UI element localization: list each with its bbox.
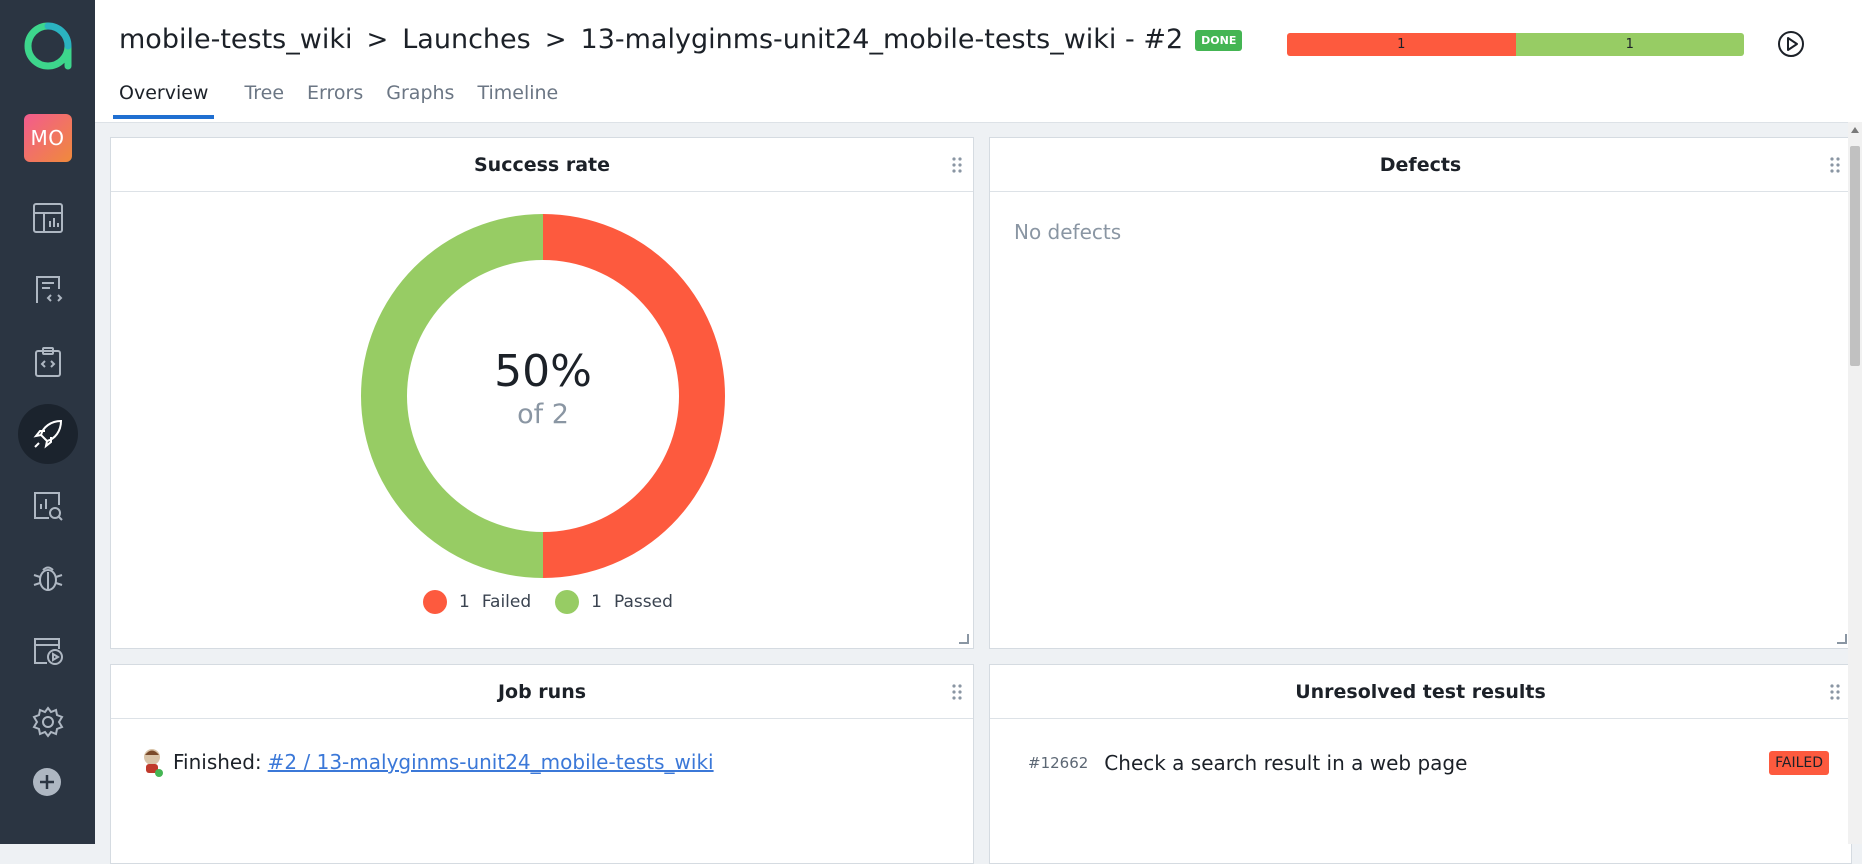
drag-handle-icon[interactable] bbox=[951, 683, 963, 701]
widget-header: Unresolved test results bbox=[990, 665, 1851, 719]
run-launch-button[interactable] bbox=[1775, 28, 1807, 60]
settings-icon[interactable] bbox=[18, 692, 78, 752]
job-status-text: Finished: bbox=[173, 750, 262, 774]
success-percent: 50% bbox=[494, 346, 592, 397]
breadcrumb-project[interactable]: mobile-tests_wiki bbox=[119, 24, 352, 55]
resize-handle-icon[interactable] bbox=[1837, 634, 1847, 644]
play-icon bbox=[1778, 31, 1804, 57]
unresolved-results-widget: Unresolved test results #12662 Check a s… bbox=[989, 664, 1852, 864]
page-scrollbar[interactable] bbox=[1848, 122, 1862, 844]
legend-item-failed[interactable]: 1 Failed bbox=[423, 590, 531, 614]
job-run-link[interactable]: #2 / 13-malyginms-unit24_mobile-tests_wi… bbox=[268, 750, 714, 774]
legend-dot-failed bbox=[423, 590, 447, 614]
progress-passed-segment[interactable]: 1 bbox=[1515, 33, 1744, 56]
project-avatar[interactable]: MO bbox=[23, 114, 72, 162]
analytics-icon[interactable] bbox=[18, 476, 78, 536]
legend-dot-passed bbox=[555, 590, 580, 614]
page-title: 13-malyginms-unit24_mobile-tests_wiki - … bbox=[580, 24, 1184, 55]
widget-header: Job runs bbox=[111, 665, 973, 719]
defects-icon[interactable] bbox=[18, 548, 78, 608]
breadcrumb-separator: > bbox=[366, 24, 389, 55]
legend-count: 1 bbox=[591, 592, 602, 612]
test-plans-icon[interactable] bbox=[18, 332, 78, 392]
success-rate-widget: Success rate 50% of 2 1 Failed 1 Passed bbox=[110, 137, 974, 649]
no-defects-text: No defects bbox=[1014, 220, 1122, 244]
tab-errors[interactable]: Errors bbox=[307, 82, 363, 118]
test-result-row[interactable]: #12662 Check a search result in a web pa… bbox=[1028, 751, 1829, 775]
status-badge: DONE bbox=[1195, 30, 1243, 51]
widget-title: Unresolved test results bbox=[1295, 680, 1546, 703]
success-total: of 2 bbox=[517, 399, 569, 430]
legend-count: 1 bbox=[459, 592, 470, 612]
progress-failed-segment[interactable]: 1 bbox=[1287, 33, 1516, 56]
test-result-id: #12662 bbox=[1028, 754, 1089, 772]
legend-label: Passed bbox=[614, 592, 673, 612]
widget-title: Defects bbox=[1379, 153, 1462, 176]
dashboard-icon[interactable] bbox=[18, 188, 78, 248]
legend-item-passed[interactable]: 1 Passed bbox=[555, 590, 673, 614]
drag-handle-icon[interactable] bbox=[1829, 683, 1841, 701]
donut-center-label: 50% of 2 bbox=[361, 347, 725, 433]
page-header: mobile-tests_wiki > Launches > 13-malygi… bbox=[95, 0, 1862, 123]
scroll-up-arrow-icon[interactable] bbox=[1851, 127, 1859, 133]
jobs-icon[interactable] bbox=[18, 620, 78, 680]
job-run-row: Finished: #2 / 13-malyginms-unit24_mobil… bbox=[141, 747, 714, 777]
tab-graphs[interactable]: Graphs bbox=[386, 82, 454, 118]
tab-overview[interactable]: Overview bbox=[113, 82, 215, 119]
launch-progress-bar: 1 1 bbox=[1287, 33, 1744, 56]
chart-legend: 1 Failed 1 Passed bbox=[423, 590, 697, 614]
tabs: Overview Tree Errors Graphs Timeline bbox=[113, 82, 581, 119]
tab-timeline[interactable]: Timeline bbox=[477, 82, 558, 118]
resize-handle-icon[interactable] bbox=[959, 634, 969, 644]
app-logo-icon[interactable] bbox=[20, 18, 76, 74]
drag-handle-icon[interactable] bbox=[951, 156, 963, 174]
job-runs-widget: Job runs Finished: #2 / 13-malyginms-uni… bbox=[110, 664, 974, 864]
test-result-name[interactable]: Check a search result in a web page bbox=[1104, 751, 1467, 775]
test-cases-icon[interactable] bbox=[18, 260, 78, 320]
drag-handle-icon[interactable] bbox=[1829, 156, 1841, 174]
launches-icon[interactable] bbox=[17, 404, 78, 464]
plus-circle-icon[interactable] bbox=[17, 752, 77, 816]
widget-title: Success rate bbox=[473, 153, 610, 176]
widget-header: Defects bbox=[990, 138, 1851, 192]
tab-tree[interactable]: Tree bbox=[244, 82, 284, 118]
widget-header: Success rate bbox=[111, 138, 973, 192]
breadcrumb: mobile-tests_wiki > Launches > 13-malygi… bbox=[119, 24, 1243, 55]
widget-title: Job runs bbox=[497, 680, 587, 703]
legend-label: Failed bbox=[481, 592, 532, 612]
jenkins-avatar-icon bbox=[144, 749, 163, 777]
sidebar: MO bbox=[0, 0, 95, 844]
defects-widget: Defects No defects bbox=[989, 137, 1852, 649]
scrollbar-thumb[interactable] bbox=[1850, 146, 1860, 366]
failed-status-badge: FAILED bbox=[1769, 751, 1829, 775]
breadcrumb-separator: > bbox=[544, 24, 567, 55]
breadcrumb-launches[interactable]: Launches bbox=[402, 24, 530, 55]
